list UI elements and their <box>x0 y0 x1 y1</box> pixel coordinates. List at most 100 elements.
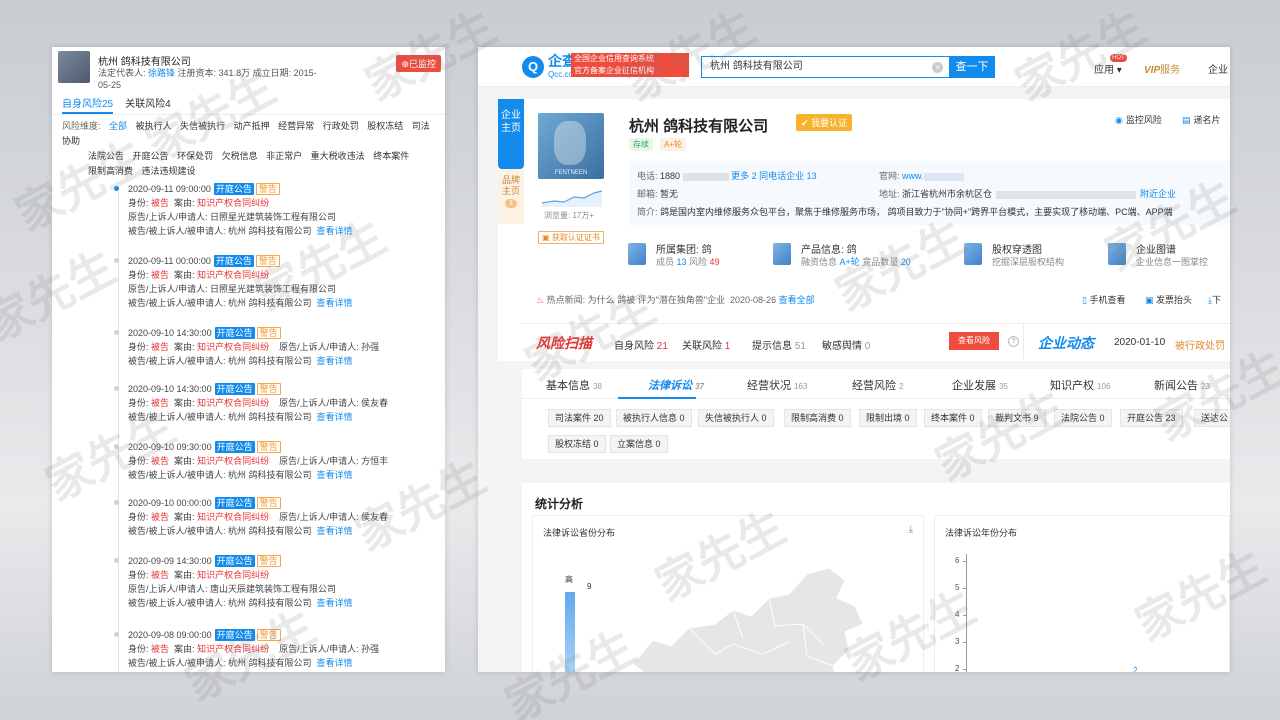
mobile-view-button[interactable]: ▯ 手机查看 <box>1082 293 1125 306</box>
warning-tag: 警告 <box>255 255 280 267</box>
monitored-button[interactable]: ⊕已监控 <box>396 55 441 72</box>
chip-judgments[interactable]: 裁判文书 9 <box>988 409 1046 427</box>
hearing-date: 2020-09-10 14:30:00 <box>128 328 212 338</box>
view-details-link[interactable]: 查看详情 <box>317 412 353 422</box>
chip-final-cases[interactable]: 终本案件 0 <box>924 409 982 427</box>
qcc-logo-icon: Q <box>522 56 544 78</box>
filter-item[interactable]: 限制高消费 <box>88 166 133 176</box>
tab-operation-risk[interactable]: 经营风险 2 <box>852 377 904 393</box>
filter-item[interactable]: 失信被执行 <box>180 121 225 131</box>
website-link[interactable]: www. <box>902 171 924 181</box>
view-details-link[interactable]: 查看详情 <box>317 658 353 668</box>
hot-badge: HOT <box>1110 54 1127 62</box>
timeline-dot <box>114 186 119 191</box>
filter-item[interactable]: 环保处罚 <box>177 151 213 161</box>
chip-hearing-notices[interactable]: 开庭公告 23 <box>1120 409 1183 427</box>
hearing-notice-tag: 开庭公告 <box>214 327 255 339</box>
view-details-link[interactable]: 查看详情 <box>317 356 353 366</box>
view-details-link[interactable]: 查看详情 <box>317 226 353 236</box>
tab-related-risk[interactable]: 关联风险4 <box>125 97 171 114</box>
chip-executed-persons[interactable]: 被执行人信息 0 <box>616 409 692 427</box>
filter-item[interactable]: 重大税收违法 <box>311 151 365 161</box>
nav-enterprise[interactable]: 企业 <box>1208 61 1228 76</box>
filter-item[interactable]: 终本案件 <box>373 151 409 161</box>
sensitive-news-count[interactable]: 敏感舆情 0 <box>822 337 870 352</box>
left-company-name: 杭州 鸽科技有限公司 <box>98 57 191 68</box>
chip-filing-info[interactable]: 立案信息 0 <box>610 435 668 453</box>
timeline-dot <box>114 558 119 563</box>
search-button[interactable]: 查一下 <box>949 56 995 78</box>
view-details-link[interactable]: 查看详情 <box>317 526 353 536</box>
search-input[interactable]: 杭州 鸽科技有限公司 × <box>701 56 949 78</box>
legal-rep-link[interactable]: 徐路锋 <box>148 68 175 78</box>
tab-legal-litigation[interactable]: 法律诉讼 37 <box>648 377 704 393</box>
filter-all[interactable]: 全部 <box>109 121 127 131</box>
side-tab-company-home[interactable]: 企业主页 <box>498 99 524 169</box>
filter-item[interactable]: 经营异常 <box>278 121 314 131</box>
view-details-link[interactable]: 查看详情 <box>317 470 353 480</box>
chip-dishonest[interactable]: 失信被执行人 0 <box>698 409 774 427</box>
plaintiff: 日照星光建筑装饰工程有限公司 <box>210 284 337 294</box>
monitor-risk-button[interactable]: ◉ 监控风险 <box>1115 113 1162 126</box>
plaintiff: 孙强 <box>361 342 380 352</box>
chip-service-notices[interactable]: 送达公 <box>1194 409 1230 427</box>
hearing-notice-tag: 开庭公告 <box>213 255 254 267</box>
status-badge: 存续 <box>629 138 653 151</box>
download-icon[interactable]: ⤓ <box>909 524 913 535</box>
company-modules: 所属集团: 鸽 成员 13 风险 49 产品信息: 鸽 融资信息 A+轮 竞品数… <box>628 241 1230 275</box>
invoice-title-button[interactable]: ▣ 发票抬头 <box>1145 293 1192 306</box>
related-risk-count[interactable]: 关联风险 1 <box>682 337 730 352</box>
view-all-news-link[interactable]: 查看全部 <box>779 295 815 305</box>
tab-basic-info[interactable]: 基本信息 38 <box>546 377 602 393</box>
tab-development[interactable]: 企业发展 35 <box>952 377 1008 393</box>
chip-judicial-cases[interactable]: 司法案件 20 <box>548 409 611 427</box>
filter-item[interactable]: 非正常户 <box>266 151 302 161</box>
filter-item[interactable]: 违法违规建设 <box>142 166 196 176</box>
invoice-icon: ▣ <box>1145 295 1154 305</box>
chip-equity-freeze[interactable]: 股权冻结 0 <box>548 435 606 453</box>
eye-icon: ◉ <box>1115 115 1123 125</box>
timeline-dot <box>114 632 119 637</box>
view-details-link[interactable]: 查看详情 <box>317 598 353 608</box>
hint-info-count[interactable]: 提示信息 51 <box>752 337 806 352</box>
filter-item[interactable]: 动产抵押 <box>234 121 270 131</box>
filter-item[interactable]: 股权冻结 <box>367 121 403 131</box>
business-card-button[interactable]: ▤ 递名片 <box>1182 113 1221 126</box>
chip-court-notices[interactable]: 法院公告 0 <box>1054 409 1112 427</box>
tab-ip[interactable]: 知识产权 106 <box>1050 377 1110 393</box>
same-phone-companies-link[interactable]: 同电话企业 13 <box>759 171 817 181</box>
tab-news[interactable]: 新闻公告 23 <box>1154 377 1210 393</box>
side-tab-brand-home[interactable]: 品牌主页 1 <box>498 169 524 224</box>
nearby-companies-link[interactable]: 附近企业 <box>1140 189 1176 199</box>
nav-vip-service[interactable]: VIP服务 <box>1144 61 1180 76</box>
clear-icon[interactable]: × <box>932 62 943 73</box>
view-details-link[interactable]: 查看详情 <box>317 298 353 308</box>
province-distribution-chart: 法律诉讼省份分布 ⤓ 高 9 <box>532 515 924 672</box>
filter-item[interactable]: 被执行人 <box>136 121 172 131</box>
hot-news-link[interactable]: 为什么 鸽被 评为"潜在独角兽"企业 <box>588 295 725 305</box>
self-risk-count[interactable]: 自身风险 21 <box>614 337 668 352</box>
right-company-page: Q 企查查 Qcc.com 全国企业信用查询系统 官方备案企业征信机构 杭州 鸽… <box>478 47 1230 672</box>
chip-consumption-limit[interactable]: 限制高消费 0 <box>784 409 851 427</box>
chip-exit-limit[interactable]: 限制出境 0 <box>859 409 917 427</box>
filter-item[interactable]: 行政处罚 <box>323 121 359 131</box>
phone-icon: ▯ <box>1082 295 1087 305</box>
get-certificate-button[interactable]: ▣ 获取认证证书 <box>538 231 604 244</box>
timeline-dot <box>114 444 119 449</box>
filter-item[interactable]: 开庭公告 <box>133 151 169 161</box>
help-icon[interactable]: ? <box>1008 336 1019 347</box>
filter-item[interactable]: 欠税信息 <box>222 151 258 161</box>
more-phones-link[interactable]: 更多 2 <box>731 171 757 181</box>
risk-filters: 风险维度: 全部 被执行人 失信被执行 动产抵押 经营异常 行政处罚 股权冻结 … <box>62 121 430 176</box>
dynamics-event-link[interactable]: 被行政处罚 <box>1175 337 1225 352</box>
view-risk-button[interactable]: 查看风险 <box>949 332 999 350</box>
filter-item[interactable]: 法院公告 <box>88 151 124 161</box>
verify-button[interactable]: ✔ 我要认证 <box>796 114 853 131</box>
nav-apps[interactable]: 应用 ▾ HOT <box>1094 54 1127 76</box>
company-contact-info: 电话: 1880 更多 2 同电话企业 13 官网: www. 邮箱: 暂无 地… <box>629 161 1230 225</box>
tab-self-risk[interactable]: 自身风险25 <box>62 97 114 114</box>
china-map <box>632 567 864 672</box>
tab-operation-status[interactable]: 经营状况 163 <box>747 377 807 393</box>
download-button[interactable]: ⤓下 <box>1208 293 1221 306</box>
risk-scan-title: 风险扫描 <box>536 335 592 351</box>
